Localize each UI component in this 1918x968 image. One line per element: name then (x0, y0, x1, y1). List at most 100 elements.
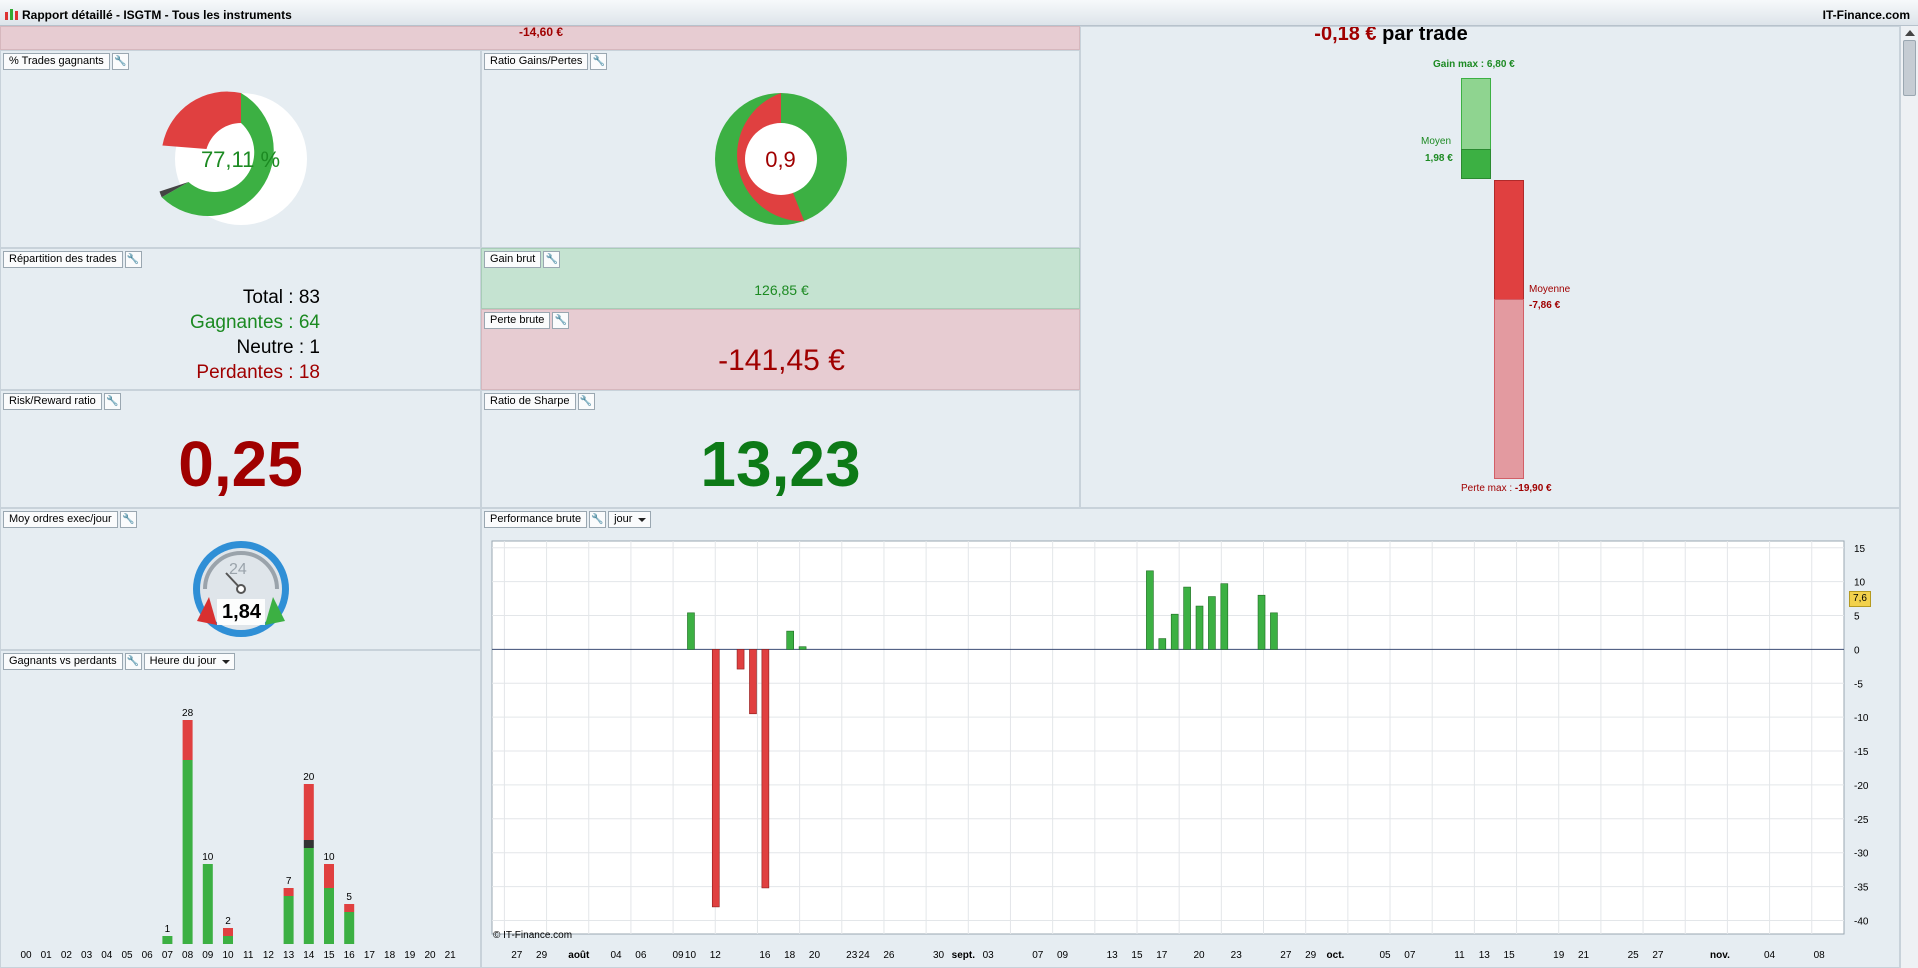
wrench-icon[interactable]: 🔧 (552, 312, 570, 329)
per-trade-headline: -0,18 € par trade (1081, 26, 1701, 46)
bar-perdants (344, 904, 355, 912)
wrench-icon[interactable]: 🔧 (124, 251, 142, 268)
scroll-up-icon[interactable] (1905, 30, 1915, 36)
bar-perdants (303, 784, 314, 840)
x-tick-label: 09 (672, 950, 684, 961)
bar-gagnants (324, 888, 334, 944)
x-tick-label: 05 (1380, 950, 1392, 961)
bar-total-label: 1 (165, 924, 171, 935)
bar-perdants (324, 864, 334, 888)
trades-gagnants-value: 77,11 % (200, 147, 281, 172)
dial-label: 24 (229, 561, 247, 578)
performance-panel: Performance brute 🔧 jour 15 10 5 0 -5 -10 -15-… (481, 508, 1900, 968)
x-tick-label: 13 (1107, 950, 1119, 961)
bar-total-label: 7 (286, 876, 292, 887)
perf-bar (1270, 612, 1278, 650)
x-tick-label: 03 (983, 950, 995, 961)
x-tick-label: 29 (1305, 950, 1317, 961)
gain-brut-title[interactable]: Gain brut (484, 251, 542, 268)
x-tick-label: 02 (61, 950, 73, 961)
wrench-icon[interactable]: 🔧 (543, 251, 561, 268)
x-tick-label: 20 (1193, 950, 1205, 961)
window-titlebar: Rapport détaillé - ISGTM - Tous les inst… (0, 0, 1918, 26)
x-tick-label: 16 (759, 950, 771, 961)
x-tick-label: 05 (121, 950, 133, 961)
risk-reward-value: 0,25 (178, 428, 303, 500)
perf-bar (798, 646, 807, 650)
x-tick-label: 27 (1652, 950, 1664, 961)
x-tick-label: août (568, 950, 590, 961)
gagnants-vs-perdants-chart: 00 01 02 03 04 05 06 1 07 28 08 10 09 2 10 11 12 7 13 20 14 1… (20, 708, 457, 961)
wrench-icon[interactable]: 🔧 (103, 393, 121, 410)
x-tick-label: 25 (1628, 950, 1640, 961)
per-trade-panel: -0,18 € par trade Gain max : 6,80 € Moye… (1080, 26, 1900, 508)
perf-bar (1146, 570, 1154, 650)
y-tick-label: 10 (1854, 578, 1866, 589)
risk-reward-panel: Risk/Reward ratio 🔧 0,25 (0, 390, 481, 508)
bar-total-label: 5 (346, 892, 352, 903)
ordres-panel: Moy ordres exec/jour 🔧 24 1,84 (0, 508, 481, 650)
gain-brut-value: 126,85 € (754, 282, 809, 298)
total-line: Total : 83 (242, 287, 320, 308)
perte-max-bar (1494, 299, 1524, 479)
x-tick-label: 15 (323, 950, 335, 961)
x-tick-label: 13 (283, 950, 295, 961)
x-tick-label: 24 (859, 950, 871, 961)
x-tick-label: 03 (81, 950, 93, 961)
perte-brute-title[interactable]: Perte brute (484, 312, 551, 329)
x-tick-label: 26 (883, 950, 895, 961)
vertical-scrollbar[interactable] (1900, 26, 1918, 968)
risk-reward-title[interactable]: Risk/Reward ratio (3, 393, 102, 410)
bar-gagnants (162, 936, 173, 944)
repartition-panel: Répartition des trades 🔧 Total : 83 Gagn… (0, 248, 481, 390)
x-tick-label: 19 (1553, 950, 1565, 961)
x-tick-label: 01 (41, 950, 53, 961)
bar-perdants (283, 888, 294, 896)
moyen-label: Moyen (1421, 136, 1452, 147)
perf-bar (1195, 605, 1204, 650)
perf-bar (711, 649, 720, 908)
perf-bar (761, 649, 770, 889)
x-tick-label: 11 (1454, 950, 1465, 961)
gain-max-label: Gain max : 6,80 € (1433, 59, 1515, 70)
y-tick-label: 15 (1854, 544, 1866, 555)
x-tick-label: 20 (809, 950, 821, 961)
x-tick-label: 27 (511, 950, 523, 961)
performance-chart: 15 10 5 0 -5 -10 -15 -20 -25 -30 -35 -40 27 29 août 04 0… (491, 540, 1869, 961)
x-tick-label: 11 (243, 950, 254, 961)
x-tick-label: 07 (1404, 950, 1416, 961)
perte-max-label: Perte max : -19,90 € (1461, 483, 1552, 494)
plot-area (491, 540, 1845, 935)
x-tick-label: 21 (1578, 950, 1590, 961)
gain-moyen-bar (1461, 149, 1491, 179)
x-tick-label: oct. (1327, 950, 1345, 961)
wrench-icon[interactable]: 🔧 (577, 393, 595, 410)
sharpe-panel: Ratio de Sharpe 🔧 13,23 (481, 390, 1080, 508)
x-tick-label: 16 (344, 950, 356, 961)
x-tick-label: 13 (1479, 950, 1491, 961)
perf-bar (1220, 583, 1229, 650)
y-tick-label: 0 (1854, 645, 1860, 656)
sharpe-title[interactable]: Ratio de Sharpe (484, 393, 576, 410)
perf-bar (736, 649, 745, 670)
x-tick-label: 21 (445, 950, 457, 961)
y-tick-label: -35 (1854, 883, 1869, 894)
bar-gagnants (202, 864, 213, 944)
perf-bar (1208, 596, 1216, 650)
top-strip-value: -14,60 € (518, 26, 564, 39)
per-trade-suffix: par trade (1382, 26, 1468, 45)
scroll-thumb[interactable] (1903, 40, 1916, 96)
bar-gagnants (182, 760, 193, 944)
ratio-gains-pertes-value: 0,9 (765, 147, 796, 172)
x-tick-label: 04 (1764, 950, 1776, 961)
perte-brute-value: -141,45 € (718, 344, 845, 377)
x-tick-label: 06 (142, 950, 154, 961)
x-tick-label: 09 (1057, 950, 1069, 961)
perf-bar (1257, 594, 1266, 650)
bar-total-label: 20 (303, 772, 315, 783)
x-tick-label: 08 (1814, 950, 1826, 961)
repartition-stats: Total : 83 Gagnantes : 64 Neutre : 1 Per… (190, 285, 320, 385)
moyenne-value: -7,86 € (1529, 300, 1561, 311)
ratio-gains-pertes-panel: Ratio Gains/Pertes 🔧 0,9 (481, 50, 1080, 248)
repartition-title[interactable]: Répartition des trades (3, 251, 123, 268)
